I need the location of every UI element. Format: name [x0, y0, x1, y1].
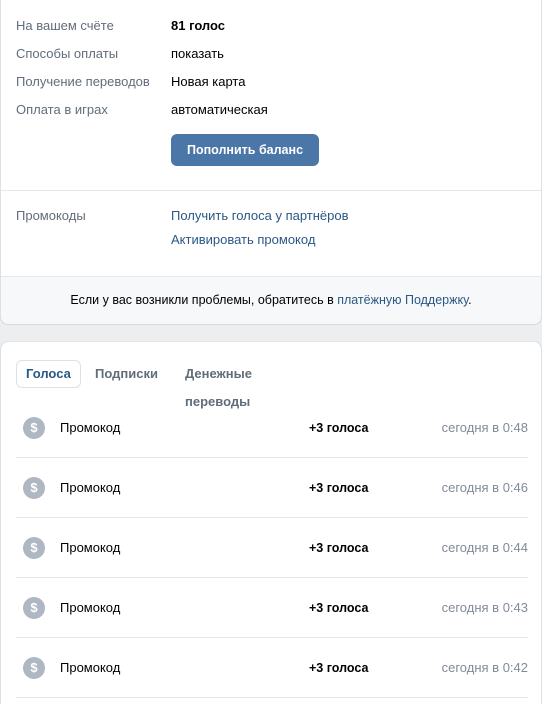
notice-text-end: .	[468, 293, 472, 307]
balance-row: На вашем счёте 81 голос	[1, 16, 541, 36]
tab-subscriptions[interactable]: Подписки	[86, 360, 167, 388]
dollar-coin-icon: $	[23, 597, 45, 619]
transaction-time: сегодня в 0:46	[441, 480, 528, 495]
history-card: Голоса Подписки Денежные переводы $ Пром…	[0, 342, 542, 704]
transaction-amount: +3 голоса	[309, 601, 369, 615]
promo-activate-row: Активировать промокод	[1, 230, 541, 250]
payment-methods-row: Способы оплаты показать	[1, 44, 541, 64]
transaction-time: сегодня в 0:48	[441, 420, 528, 435]
payment-support-link[interactable]: платёжную Поддержку	[337, 293, 468, 307]
activate-promo-link[interactable]: Активировать промокод	[171, 230, 315, 250]
dollar-coin-icon: $	[23, 537, 45, 559]
transaction-list: $ Промокод +3 голоса сегодня в 0:48 $ Пр…	[16, 398, 528, 698]
support-notice: Если у вас возникли проблемы, обратитесь…	[1, 276, 541, 324]
transaction-time: сегодня в 0:43	[441, 600, 528, 615]
transaction-amount: +3 голоса	[309, 421, 369, 435]
promo-label: Промокоды	[16, 208, 86, 223]
balance-value: 81 голос	[171, 18, 226, 33]
dollar-coin-icon: $	[23, 657, 45, 679]
dollar-coin-icon: $	[23, 477, 45, 499]
transaction-title: Промокод	[60, 540, 121, 555]
transaction-time: сегодня в 0:44	[441, 540, 528, 555]
payment-methods-label: Способы оплаты	[16, 46, 119, 61]
divider	[1, 190, 541, 191]
promo-row: Промокоды Получить голоса у партнёров	[1, 206, 541, 226]
balance-label: На вашем счёте	[16, 18, 114, 33]
payment-methods-show-link[interactable]: показать	[171, 44, 224, 64]
transaction-title: Промокод	[60, 480, 121, 495]
game-payments-value[interactable]: автоматическая	[171, 100, 268, 120]
notice-text: Если у вас возникли проблемы, обратитесь…	[70, 293, 338, 307]
game-payments-label: Оплата в играх	[16, 102, 108, 117]
transaction-title: Промокод	[60, 420, 121, 435]
transaction-title: Промокод	[60, 660, 121, 675]
tab-votes[interactable]: Голоса	[16, 360, 81, 388]
transaction-title: Промокод	[60, 600, 121, 615]
dollar-coin-icon: $	[23, 417, 45, 439]
transaction-time: сегодня в 0:42	[441, 660, 528, 675]
transaction-row: $ Промокод +3 голоса сегодня в 0:44	[16, 518, 528, 578]
transfers-label: Получение переводов	[16, 74, 150, 89]
partner-votes-link[interactable]: Получить голоса у партнёров	[171, 206, 349, 226]
topup-balance-button[interactable]: Пополнить баланс	[171, 134, 320, 166]
transaction-amount: +3 голоса	[309, 541, 369, 555]
balance-card: На вашем счёте 81 голос Способы оплаты п…	[0, 0, 542, 324]
transfers-value[interactable]: Новая карта	[171, 72, 245, 92]
transaction-row: $ Промокод +3 голоса сегодня в 0:43	[16, 578, 528, 638]
transaction-row: $ Промокод +3 голоса сегодня в 0:42	[16, 638, 528, 698]
tab-money-transfers[interactable]: Денежные переводы	[176, 360, 261, 409]
transfers-row: Получение переводов Новая карта	[1, 72, 541, 92]
game-payments-row: Оплата в играх автоматическая	[1, 100, 541, 120]
transaction-amount: +3 голоса	[309, 481, 369, 495]
transaction-amount: +3 голоса	[309, 661, 369, 675]
transaction-row: $ Промокод +3 голоса сегодня в 0:46	[16, 458, 528, 518]
transaction-row: $ Промокод +3 голоса сегодня в 0:48	[16, 398, 528, 458]
